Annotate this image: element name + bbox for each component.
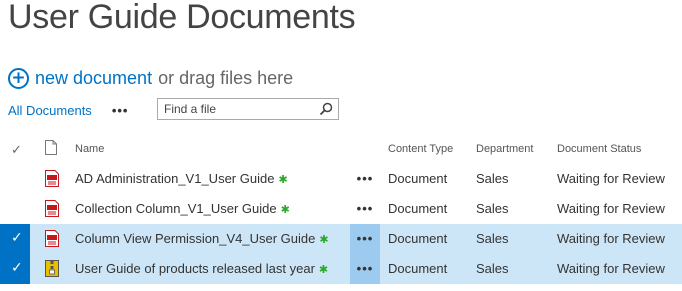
document-name: Column View Permission_V4_User Guide ✱ bbox=[75, 231, 329, 246]
open-menu-button[interactable]: ••• bbox=[350, 194, 380, 224]
document-name: User Guide of products released last yea… bbox=[75, 261, 328, 276]
pdf-file-icon bbox=[45, 200, 59, 217]
pdf-file-icon bbox=[45, 170, 59, 187]
documents-table: ✓ Name Content Type Department Document … bbox=[0, 136, 682, 284]
new-document-link[interactable]: new document bbox=[35, 68, 152, 89]
row-checkbox[interactable] bbox=[0, 164, 30, 194]
view-selector: All Documents ••• bbox=[8, 98, 128, 122]
select-all-checkbox[interactable]: ✓ bbox=[11, 142, 22, 158]
department-cell: Sales bbox=[476, 231, 509, 246]
open-menu-button[interactable]: ••• bbox=[350, 254, 380, 284]
new-item-icon: ✱ bbox=[280, 203, 290, 216]
open-menu-button[interactable]: ••• bbox=[350, 164, 380, 194]
row-checkbox[interactable]: ✓ bbox=[0, 254, 30, 284]
table-row[interactable]: Collection Column_V1_User Guide ✱ ••• Docum… bbox=[0, 194, 682, 224]
content-type-cell: Document bbox=[388, 231, 448, 246]
page-title: User Guide Documents bbox=[8, 0, 356, 36]
column-header-name[interactable]: Name bbox=[75, 143, 104, 155]
row-checkbox[interactable]: ✓ bbox=[0, 224, 30, 254]
document-status-cell: Waiting for Review bbox=[557, 261, 665, 276]
document-link[interactable]: Column View Permission_V4_User Guide bbox=[75, 231, 315, 246]
table-row[interactable]: ✓ Column View Permission_V4_User Guide ✱ ••… bbox=[0, 224, 682, 254]
view-all-documents[interactable]: All Documents bbox=[8, 103, 92, 118]
view-more-button[interactable]: ••• bbox=[112, 103, 129, 118]
content-type-cell: Document bbox=[388, 201, 448, 216]
open-menu-button[interactable]: ••• bbox=[350, 224, 380, 254]
search-box bbox=[157, 98, 339, 120]
check-icon: ✓ bbox=[11, 260, 23, 276]
document-status-cell: Waiting for Review bbox=[557, 201, 665, 216]
file-type-icon bbox=[45, 140, 57, 155]
new-item-icon: ✱ bbox=[318, 263, 329, 276]
new-item-icon: ✱ bbox=[319, 233, 329, 246]
table-row[interactable]: ✓ User Guide of products released last ye… bbox=[0, 254, 682, 284]
plus-circle-icon[interactable]: + bbox=[8, 67, 29, 89]
table-header: ✓ Name Content Type Department Document … bbox=[0, 136, 682, 164]
new-item-icon: ✱ bbox=[278, 173, 288, 186]
document-link[interactable]: Collection Column_V1_User Guide bbox=[75, 201, 277, 216]
pdf-file-icon bbox=[45, 230, 59, 247]
search-icon[interactable] bbox=[319, 102, 333, 116]
document-name: AD Administration_V1_User Guide ✱ bbox=[75, 171, 288, 186]
department-cell: Sales bbox=[476, 201, 509, 216]
content-type-cell: Document bbox=[388, 171, 448, 186]
search-input[interactable] bbox=[158, 100, 320, 118]
department-cell: Sales bbox=[476, 261, 509, 276]
column-header-document-status[interactable]: Document Status bbox=[557, 143, 641, 155]
document-link[interactable]: User Guide of products released last yea… bbox=[75, 261, 315, 276]
row-checkbox[interactable] bbox=[0, 194, 30, 224]
check-icon: ✓ bbox=[11, 230, 23, 246]
content-type-cell: Document bbox=[388, 261, 448, 276]
document-status-cell: Waiting for Review bbox=[557, 231, 665, 246]
department-cell: Sales bbox=[476, 171, 509, 186]
drag-files-hint: or drag files here bbox=[158, 67, 294, 88]
document-link[interactable]: AD Administration_V1_User Guide bbox=[75, 171, 274, 186]
upload-bar: + new document or drag files here bbox=[8, 66, 293, 90]
document-name: Collection Column_V1_User Guide ✱ bbox=[75, 201, 290, 216]
table-row[interactable]: AD Administration_V1_User Guide ✱ ••• Docum… bbox=[0, 164, 682, 194]
zip-file-icon bbox=[45, 260, 59, 277]
column-header-department[interactable]: Department bbox=[476, 143, 533, 155]
document-status-cell: Waiting for Review bbox=[557, 171, 665, 186]
column-header-content-type[interactable]: Content Type bbox=[388, 143, 453, 155]
